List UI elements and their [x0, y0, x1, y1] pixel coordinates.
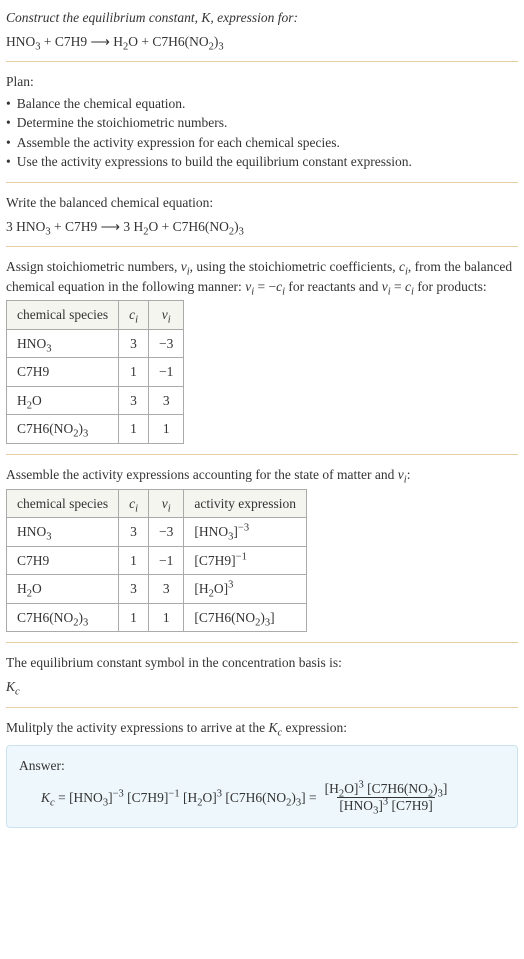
balanced-intro: Write the balanced chemical equation: — [6, 193, 518, 213]
table-row: H2O 3 3 — [7, 386, 184, 415]
table-row: HNO3 3 −3 — [7, 329, 184, 358]
th-vi: νi — [149, 489, 184, 518]
prompt-text-1: Construct the equilibrium constant, — [6, 10, 201, 25]
activity-section: Assemble the activity expressions accoun… — [6, 465, 518, 632]
bullet-icon: • — [6, 113, 11, 133]
kc-symbol-section: The equilibrium constant symbol in the c… — [6, 653, 518, 696]
bullet-icon: • — [6, 94, 11, 114]
th-ci: ci — [119, 301, 149, 330]
unbalanced-equation: HNO3 + C7H9 ⟶ H2O + C7H6(NO2)3 — [6, 32, 518, 52]
multiply-section: Mulitply the activity expressions to arr… — [6, 718, 518, 738]
th-ci: ci — [119, 489, 149, 518]
kc-symbol: Kc — [6, 677, 518, 697]
multiply-intro-2: expression: — [282, 720, 347, 735]
table-row: H2O 3 3 [H2O]3 — [7, 575, 307, 604]
answer-box: Answer: Kc = [HNO3]−3 [C7H9]−1 [H2O]3 [C… — [6, 745, 518, 828]
plan-bullet-4: Use the activity expressions to build th… — [17, 152, 412, 172]
kc-fraction: [H2O]3 [C7H6(NO2)3] [HNO3]3 [C7H9] — [323, 782, 450, 813]
table-row: C7H6(NO2)3 1 1 [C7H6(NO2)3] — [7, 603, 307, 632]
activity-table: chemical species ci νi activity expressi… — [6, 489, 307, 633]
plan-title: Plan: — [6, 72, 518, 92]
divider — [6, 642, 518, 643]
divider — [6, 454, 518, 455]
activity-intro: Assemble the activity expressions accoun… — [6, 465, 518, 485]
divider — [6, 246, 518, 247]
divider — [6, 707, 518, 708]
plan-section: Plan: • Balance the chemical equation. • D… — [6, 72, 518, 172]
prompt-text-2: , expression for: — [210, 10, 298, 25]
plan-bullet-1: Balance the chemical equation. — [17, 94, 186, 114]
answer-label: Answer: — [19, 756, 505, 776]
plan-bullets: • Balance the chemical equation. • Determi… — [6, 94, 518, 172]
table-row: HNO3 3 −3 [HNO3]−3 — [7, 518, 307, 547]
stoich-table: chemical species ci νi HNO3 3 −3 C7H9 1 … — [6, 300, 184, 444]
table-header-row: chemical species ci νi — [7, 301, 184, 330]
table-row: C7H9 1 −1 [C7H9]−1 — [7, 546, 307, 575]
divider — [6, 182, 518, 183]
table-row: C7H6(NO2)3 1 1 — [7, 415, 184, 444]
plan-bullet-3: Assemble the activity expression for eac… — [17, 133, 340, 153]
balanced-section: Write the balanced chemical equation: 3 … — [6, 193, 518, 236]
multiply-intro-1: Mulitply the activity expressions to arr… — [6, 720, 268, 735]
table-row: C7H9 1 −1 — [7, 358, 184, 387]
balanced-equation: 3 HNO3 + C7H9 ⟶ 3 H2O + C7H6(NO2)3 — [6, 217, 518, 237]
bullet-icon: • — [6, 133, 11, 153]
table-header-row: chemical species ci νi activity expressi… — [7, 489, 307, 518]
question-prompt: Construct the equilibrium constant, K, e… — [6, 8, 518, 51]
kc-expression: Kc = [HNO3]−3 [C7H9]−1 [H2O]3 [C7H6(NO2)… — [19, 782, 505, 813]
divider — [6, 61, 518, 62]
plan-bullet-2: Determine the stoichiometric numbers. — [17, 113, 228, 133]
kc-symbol-intro: The equilibrium constant symbol in the c… — [6, 653, 518, 673]
stoich-intro: Assign stoichiometric numbers, νi, using… — [6, 257, 518, 296]
th-species: chemical species — [7, 301, 119, 330]
th-activity: activity expression — [184, 489, 307, 518]
th-species: chemical species — [7, 489, 119, 518]
bullet-icon: • — [6, 152, 11, 172]
th-vi: νi — [149, 301, 184, 330]
stoich-section: Assign stoichiometric numbers, νi, using… — [6, 257, 518, 444]
